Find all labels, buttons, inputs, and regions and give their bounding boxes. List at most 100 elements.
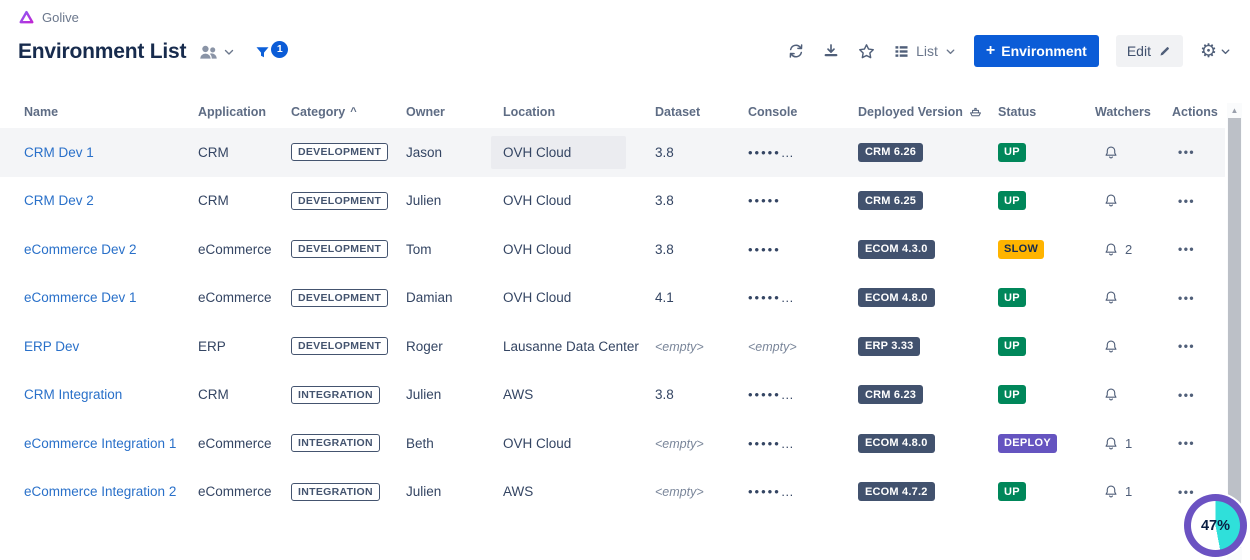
page-title: Environment List — [18, 40, 186, 64]
column-header-dataset[interactable]: Dataset — [655, 105, 748, 119]
favorite-button[interactable] — [857, 42, 876, 61]
dataset-value: <empty> — [655, 485, 704, 499]
list-view-icon — [893, 43, 910, 60]
watchers-cell — [1095, 386, 1172, 403]
plus-icon: + — [986, 43, 995, 59]
environment-name-link[interactable]: eCommerce Dev 1 — [24, 290, 137, 305]
column-header-location[interactable]: Location — [503, 105, 655, 119]
dataset-cell: <empty> — [655, 339, 748, 354]
owner-cell: Julien — [406, 484, 503, 499]
environment-name-cell: ERP Dev — [24, 339, 198, 354]
edit-button[interactable]: Edit — [1116, 35, 1183, 67]
column-header-console[interactable]: Console — [748, 105, 858, 119]
location-cell[interactable]: AWS — [503, 378, 655, 411]
location-cell[interactable]: OVH Cloud — [503, 233, 655, 266]
watch-button[interactable] — [1103, 338, 1119, 355]
environment-name-link[interactable]: CRM Dev 1 — [24, 145, 94, 160]
status-cell: UP — [998, 337, 1095, 356]
column-header-status[interactable]: Status — [998, 105, 1095, 119]
category-cell: DEVELOPMENT — [291, 240, 406, 258]
watch-button[interactable] — [1103, 144, 1119, 161]
dataset-value: <empty> — [655, 340, 704, 354]
dataset-cell: 3.8 — [655, 145, 748, 160]
actions-cell: ••• — [1172, 190, 1225, 212]
filter-icon — [254, 44, 271, 61]
column-header-application[interactable]: Application — [198, 105, 291, 119]
add-environment-label: Environment — [1001, 43, 1087, 59]
category-badge: INTEGRATION — [291, 386, 380, 404]
status-cell: UP — [998, 288, 1095, 307]
status-badge: UP — [998, 385, 1026, 404]
actions-cell: ••• — [1172, 335, 1225, 357]
environment-name-link[interactable]: eCommerce Dev 2 — [24, 242, 137, 257]
location-cell[interactable]: OVH Cloud — [503, 136, 655, 169]
settings-button[interactable]: ⚙ — [1200, 42, 1232, 61]
add-environment-button[interactable]: + Environment — [974, 35, 1099, 67]
environment-name-link[interactable]: eCommerce Integration 2 — [24, 484, 176, 499]
watch-button[interactable] — [1103, 483, 1119, 500]
row-actions-button[interactable]: ••• — [1172, 432, 1201, 454]
status-cell: SLOW — [998, 240, 1095, 259]
owner-cell: Damian — [406, 290, 503, 305]
scrollbar-up-arrow[interactable]: ▲ — [1227, 103, 1242, 117]
table-body: CRM Dev 1 CRM DEVELOPMENT Jason OVH Clou… — [0, 128, 1225, 516]
location-cell[interactable]: OVH Cloud — [503, 281, 655, 314]
column-header-watchers[interactable]: Watchers — [1095, 105, 1172, 119]
watchers-cell — [1095, 338, 1172, 355]
category-badge: DEVELOPMENT — [291, 143, 388, 161]
environment-table: Name Application Category ^ Owner Locati… — [0, 95, 1225, 516]
environment-name-link[interactable]: ERP Dev — [24, 339, 79, 354]
actions-cell: ••• — [1172, 384, 1225, 406]
watch-button[interactable] — [1103, 289, 1119, 306]
column-header-deployed-version[interactable]: Deployed Version — [858, 105, 998, 119]
watch-button[interactable] — [1103, 386, 1119, 403]
row-actions-button[interactable]: ••• — [1172, 238, 1201, 260]
environment-name-link[interactable]: CRM Dev 2 — [24, 193, 94, 208]
row-actions-button[interactable]: ••• — [1172, 384, 1201, 406]
version-badge: ECOM 4.3.0 — [858, 240, 935, 259]
export-button[interactable] — [822, 42, 840, 60]
dataset-cell: 3.8 — [655, 387, 748, 402]
environment-name-link[interactable]: CRM Integration — [24, 387, 122, 402]
watcher-count: 1 — [1125, 436, 1132, 451]
progress-widget[interactable]: 47% — [1184, 494, 1247, 557]
location-value: OVH Cloud — [491, 427, 583, 460]
shared-with-selector[interactable] — [198, 43, 236, 61]
watch-button[interactable] — [1103, 435, 1119, 452]
deployed-version-cell: CRM 6.23 — [858, 385, 998, 404]
column-header-category[interactable]: Category ^ — [291, 105, 406, 119]
filter-button[interactable]: 1 — [254, 44, 288, 61]
location-cell[interactable]: Lausanne Data Center — [503, 330, 655, 363]
watch-button[interactable] — [1103, 241, 1119, 258]
application-cell: eCommerce — [198, 436, 291, 451]
watcher-count: 2 — [1125, 242, 1132, 257]
row-actions-button[interactable]: ••• — [1172, 335, 1201, 357]
console-cell: •••••… — [748, 484, 858, 499]
location-value: OVH Cloud — [491, 281, 583, 314]
bell-icon — [1103, 435, 1119, 452]
version-badge: CRM 6.25 — [858, 191, 923, 210]
scrollbar-thumb[interactable] — [1228, 118, 1241, 548]
column-header-owner[interactable]: Owner — [406, 105, 503, 119]
console-value: <empty> — [748, 340, 797, 354]
watch-button[interactable] — [1103, 192, 1119, 209]
refresh-button[interactable] — [787, 42, 805, 60]
watchers-cell — [1095, 144, 1172, 161]
location-cell[interactable]: AWS — [503, 475, 655, 508]
console-value: •••••… — [748, 290, 796, 305]
environment-name-link[interactable]: eCommerce Integration 1 — [24, 436, 176, 451]
location-cell[interactable]: OVH Cloud — [503, 427, 655, 460]
chevron-down-icon — [944, 45, 957, 58]
row-actions-button[interactable]: ••• — [1172, 287, 1201, 309]
row-actions-button[interactable]: ••• — [1172, 141, 1201, 163]
status-badge: UP — [998, 337, 1026, 356]
star-icon — [857, 42, 876, 61]
row-actions-button[interactable]: ••• — [1172, 190, 1201, 212]
column-header-name[interactable]: Name — [24, 105, 198, 119]
toolbar: List + Environment Edit ⚙ — [787, 35, 1232, 67]
location-cell[interactable]: OVH Cloud — [503, 184, 655, 217]
console-value: •••••… — [748, 484, 796, 499]
view-selector[interactable]: List — [893, 43, 957, 60]
table-row: CRM Dev 2 CRM DEVELOPMENT Julien OVH Clo… — [0, 177, 1225, 226]
console-cell: ••••• — [748, 193, 858, 208]
